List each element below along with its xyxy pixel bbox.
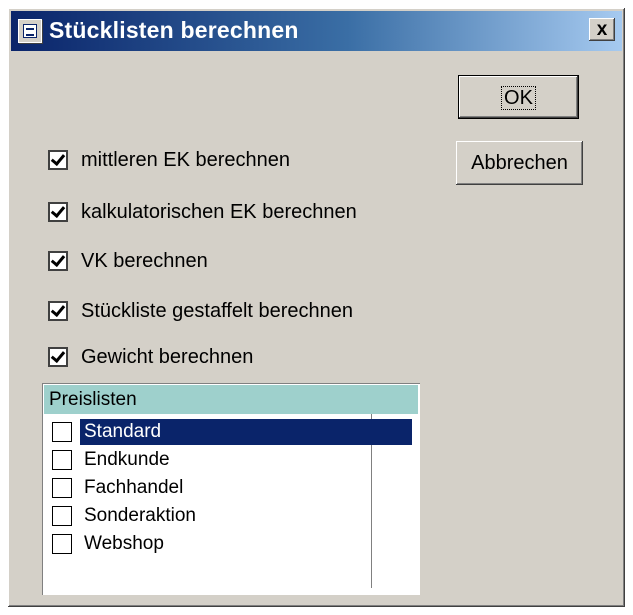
close-icon: x bbox=[596, 19, 608, 40]
checkbox[interactable] bbox=[52, 450, 72, 470]
option-vk[interactable]: VK berechnen bbox=[48, 249, 208, 273]
window-title: Stücklisten berechnen bbox=[49, 17, 299, 43]
checkbox[interactable] bbox=[52, 534, 72, 554]
checkbox[interactable] bbox=[48, 301, 68, 321]
checkbox[interactable] bbox=[52, 422, 72, 442]
list-item-fachhandel[interactable]: Fachhandel bbox=[52, 474, 412, 502]
option-label: mittleren EK berechnen bbox=[81, 148, 291, 171]
checkbox[interactable] bbox=[48, 150, 68, 170]
list-item-webshop[interactable]: Webshop bbox=[52, 530, 412, 558]
checkbox[interactable] bbox=[48, 347, 68, 367]
list-item-sonderaktion[interactable]: Sonderaktion bbox=[52, 502, 412, 530]
option-kalkulatorischen-ek[interactable]: kalkulatorischen EK berechnen bbox=[48, 200, 357, 224]
title-bar[interactable]: Stücklisten berechnen x bbox=[11, 11, 622, 51]
checkbox[interactable] bbox=[48, 202, 68, 222]
option-mittleren-ek[interactable]: mittleren EK berechnen bbox=[48, 148, 290, 172]
cancel-button-label: Abbrechen bbox=[471, 152, 568, 174]
list-item-label: Endkunde bbox=[84, 449, 170, 470]
ok-button-label: OK bbox=[501, 86, 536, 110]
ok-button[interactable]: OK bbox=[458, 75, 579, 119]
option-label: VK berechnen bbox=[81, 249, 208, 272]
option-gewicht[interactable]: Gewicht berechnen bbox=[48, 345, 253, 369]
pricelist-header: Preislisten bbox=[44, 385, 418, 414]
list-item-label: Webshop bbox=[84, 533, 164, 554]
option-label: kalkulatorischen EK berechnen bbox=[81, 200, 357, 223]
list-item-label: Fachhandel bbox=[84, 477, 184, 498]
list-item-standard[interactable]: Standard bbox=[52, 418, 412, 446]
window-icon bbox=[18, 19, 42, 43]
list-item-label: Standard bbox=[80, 419, 412, 445]
option-stueckliste-gestaffelt[interactable]: Stückliste gestaffelt berechnen bbox=[48, 299, 353, 323]
dialog-window: Stücklisten berechnen x OK Abbrechen mit… bbox=[8, 8, 625, 607]
close-button[interactable]: x bbox=[589, 18, 615, 41]
cancel-button[interactable]: Abbrechen bbox=[456, 141, 583, 185]
checkbox[interactable] bbox=[48, 251, 68, 271]
checkbox[interactable] bbox=[52, 478, 72, 498]
pricelist-listbox[interactable]: Preislisten Standard Endkunde Fachhandel… bbox=[42, 383, 420, 595]
list-item-endkunde[interactable]: Endkunde bbox=[52, 446, 412, 474]
checkbox[interactable] bbox=[52, 506, 72, 526]
option-label: Stückliste gestaffelt berechnen bbox=[81, 299, 354, 322]
list-item-label: Sonderaktion bbox=[84, 505, 196, 526]
option-label: Gewicht berechnen bbox=[81, 345, 254, 368]
